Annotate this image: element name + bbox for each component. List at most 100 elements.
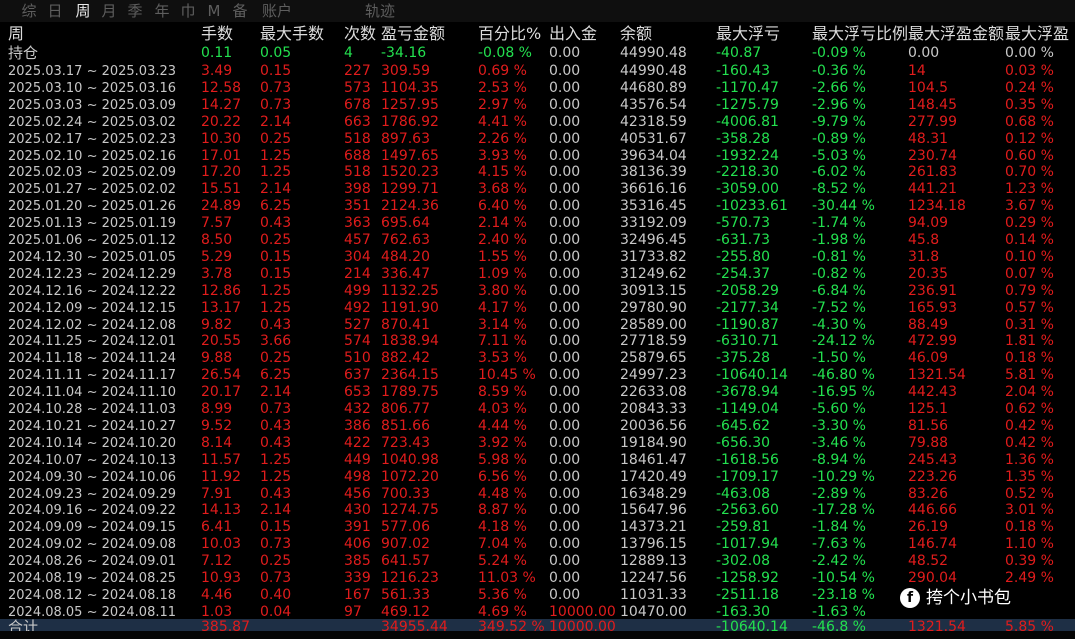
max-profit-cell: 46.09 — [908, 350, 949, 367]
pnl-cell: 851.66 — [381, 417, 430, 434]
holding-row[interactable]: 持仓 0.11 0.05 4 -34.16 -0.08 % 0.00 44990… — [0, 45, 1075, 62]
table-row[interactable]: 2024.11.04 ~ 2024.11.10 20.17 2.14 653 1789.… — [0, 384, 1075, 401]
table-row[interactable]: 2025.02.17 ~ 2025.02.23 10.30 0.25 518 897.6… — [0, 131, 1075, 148]
lots-cell: 7.91 — [201, 485, 233, 502]
tab-note[interactable]: 备 — [229, 2, 251, 20]
table-row[interactable]: 2024.12.02 ~ 2024.12.08 9.82 0.43 527 870.41… — [0, 317, 1075, 334]
max-loss-pct-cell: -5.60 % — [812, 401, 866, 417]
col-header-pct[interactable]: 百分比% — [478, 23, 541, 45]
tab-trace[interactable]: 轨迹 — [360, 2, 400, 20]
table-row[interactable]: 2024.09.02 ~ 2024.09.08 10.03 0.73 406 907.0… — [0, 536, 1075, 553]
table-row[interactable]: 2025.03.17 ~ 2025.03.23 3.49 0.15 227 309.59… — [0, 63, 1075, 80]
max-loss-cell: -254.37 — [716, 265, 771, 282]
max-loss-cell: -6310.71 — [716, 333, 779, 350]
week-cell: 2025.01.20 ~ 2025.01.26 — [8, 199, 177, 215]
table-row[interactable]: 2024.11.11 ~ 2024.11.17 26.54 6.25 637 2364.… — [0, 367, 1075, 384]
table-row[interactable]: 2024.09.30 ~ 2024.10.06 11.92 1.25 498 1072.… — [0, 469, 1075, 486]
max-profit-pct-cell: 0.31 % — [1005, 316, 1054, 333]
week-cell: 2025.02.24 ~ 2025.03.02 — [8, 114, 177, 130]
max-profit-cell: 245.43 — [908, 451, 957, 468]
week-cell: 2025.03.17 ~ 2025.03.23 — [8, 64, 177, 79]
week-cell: 2025.02.17 ~ 2025.02.23 — [8, 131, 177, 147]
pnl-cell: 1132.25 — [381, 282, 439, 299]
table-row[interactable]: 2024.10.07 ~ 2024.10.13 11.57 1.25 449 1040.… — [0, 452, 1075, 469]
col-header-max-lots[interactable]: 最大手数 — [260, 23, 324, 45]
pct-cell: 4.48 % — [478, 485, 527, 502]
tab-symbol[interactable]: 巾 — [177, 2, 199, 20]
max-loss-cell: -160.43 — [716, 63, 771, 79]
table-row[interactable]: 2025.02.24 ~ 2025.03.02 20.22 2.14 663 1786.… — [0, 114, 1075, 131]
col-header-balance[interactable]: 余额 — [620, 23, 652, 45]
pct-cell: 8.59 % — [478, 384, 527, 401]
max-loss-cell: -1932.24 — [716, 147, 779, 164]
max-lots-cell: 0.43 — [260, 316, 292, 333]
col-header-max-loss[interactable]: 最大浮亏 — [716, 23, 780, 45]
max-loss-pct-cell: -2.66 % — [812, 79, 866, 96]
tab-month[interactable]: 月 — [98, 2, 120, 20]
table-row[interactable]: 2024.12.09 ~ 2024.12.15 13.17 1.25 492 1191.… — [0, 300, 1075, 317]
max-profit-pct-cell: 0.52 % — [1005, 485, 1054, 502]
max-loss-cell: -302.08 — [716, 553, 771, 570]
table-row[interactable]: 2025.03.03 ~ 2025.03.09 14.27 0.73 678 1257.… — [0, 97, 1075, 114]
table-row[interactable]: 2024.10.14 ~ 2024.10.20 8.14 0.43 422 723.43… — [0, 435, 1075, 452]
week-cell: 2024.11.04 ~ 2024.11.10 — [8, 385, 177, 401]
week-cell: 2025.01.06 ~ 2025.01.12 — [8, 233, 177, 248]
tab-overview[interactable]: 综 — [20, 2, 38, 20]
table-row[interactable]: 2024.11.18 ~ 2024.11.24 9.88 0.25 510 882.42… — [0, 350, 1075, 367]
table-row[interactable]: 2024.09.16 ~ 2024.09.22 14.13 2.14 430 1274.… — [0, 502, 1075, 519]
table-row[interactable]: 2025.01.06 ~ 2025.01.12 8.50 0.25 457 762.63… — [0, 232, 1075, 249]
week-cell: 2024.08.19 ~ 2024.08.25 — [8, 571, 177, 586]
table-row[interactable]: 2024.10.28 ~ 2024.11.03 8.99 0.73 432 806.77… — [0, 401, 1075, 418]
table-row[interactable]: 2024.10.21 ~ 2024.10.27 9.52 0.43 386 851.66… — [0, 418, 1075, 435]
tab-year[interactable]: 年 — [151, 2, 173, 20]
table-row[interactable]: 2024.09.23 ~ 2024.09.29 7.91 0.43 456 700.33… — [0, 486, 1075, 503]
balance-cell: 16348.29 — [620, 485, 687, 502]
balance-cell: 29780.90 — [620, 299, 687, 316]
inout-cell: 0.00 — [549, 401, 581, 417]
week-cell: 2024.11.18 ~ 2024.11.24 — [8, 351, 177, 367]
tab-account[interactable]: 账户 — [257, 2, 297, 20]
inout-cell: 0.00 — [549, 282, 581, 299]
col-header-max-profit-pct[interactable]: 最大浮盈 — [1005, 23, 1069, 45]
count-cell: 4 — [344, 45, 353, 61]
col-header-lots[interactable]: 手数 — [201, 23, 233, 45]
table-header: 周 手数 最大手数 次数 盈亏金额 百分比% 出入金 余额 最大浮亏 最大浮亏比… — [0, 23, 1075, 45]
table-row[interactable]: 2025.02.03 ~ 2025.02.09 17.20 1.25 518 1520.… — [0, 164, 1075, 181]
col-header-pnl[interactable]: 盈亏金额 — [381, 23, 445, 45]
tab-week[interactable]: 周 — [72, 2, 94, 20]
table-row[interactable]: 2025.01.20 ~ 2025.01.26 24.89 6.25 351 2124.… — [0, 198, 1075, 215]
table-row[interactable]: 2024.11.25 ~ 2024.12.01 20.55 3.66 574 1838.… — [0, 333, 1075, 350]
col-header-max-profit[interactable]: 最大浮盈金额 — [908, 23, 1004, 45]
count-cell: 386 — [344, 417, 371, 434]
table-row[interactable]: 2025.01.13 ~ 2025.01.19 7.57 0.43 363 695.64… — [0, 215, 1075, 232]
table-row[interactable]: 2025.03.10 ~ 2025.03.16 12.58 0.73 573 1104.… — [0, 80, 1075, 97]
table-row[interactable]: 2024.12.16 ~ 2024.12.22 12.86 1.25 499 1132.… — [0, 283, 1075, 300]
pnl-cell: 1040.98 — [381, 451, 439, 468]
table-row[interactable]: 2024.09.09 ~ 2024.09.15 6.41 0.15 391 577.06… — [0, 519, 1075, 536]
max-loss-cell: -1190.87 — [716, 316, 779, 333]
pnl-cell: 806.77 — [381, 401, 430, 417]
max-loss-pct-cell: -2.89 % — [812, 485, 866, 502]
count-cell: 214 — [344, 265, 371, 282]
tab-magic[interactable]: M — [203, 2, 225, 20]
col-header-max-loss-pct[interactable]: 最大浮亏比例 — [812, 23, 908, 45]
balance-cell: 13796.15 — [620, 536, 687, 553]
table-row[interactable]: 2025.02.10 ~ 2025.02.16 17.01 1.25 688 1497.… — [0, 148, 1075, 165]
lots-cell: 4.46 — [201, 586, 233, 603]
table-row[interactable]: 2024.08.26 ~ 2024.09.01 7.12 0.25 385 641.57… — [0, 553, 1075, 570]
max-profit-cell: 261.83 — [908, 164, 957, 181]
max-loss-cell: -259.81 — [716, 519, 771, 536]
max-profit-cell: 148.45 — [908, 96, 957, 113]
inout-cell: 0.00 — [549, 553, 581, 570]
week-cell: 2024.09.09 ~ 2024.09.15 — [8, 520, 177, 536]
table-row[interactable]: 2024.12.23 ~ 2024.12.29 3.78 0.15 214 336.47… — [0, 266, 1075, 283]
col-header-week[interactable]: 周 — [8, 23, 24, 45]
tab-day[interactable]: 日 — [44, 2, 66, 20]
tab-quarter[interactable]: 季 — [124, 2, 146, 20]
table-row[interactable]: 2024.12.30 ~ 2025.01.05 5.29 0.15 304 484.20… — [0, 249, 1075, 266]
col-header-count[interactable]: 次数 — [344, 23, 376, 45]
max-lots-cell: 0.43 — [260, 434, 292, 451]
table-row[interactable]: 2025.01.27 ~ 2025.02.02 15.51 2.14 398 1299.… — [0, 181, 1075, 198]
col-header-inout[interactable]: 出入金 — [549, 23, 597, 45]
max-loss-cell: -570.73 — [716, 215, 771, 232]
